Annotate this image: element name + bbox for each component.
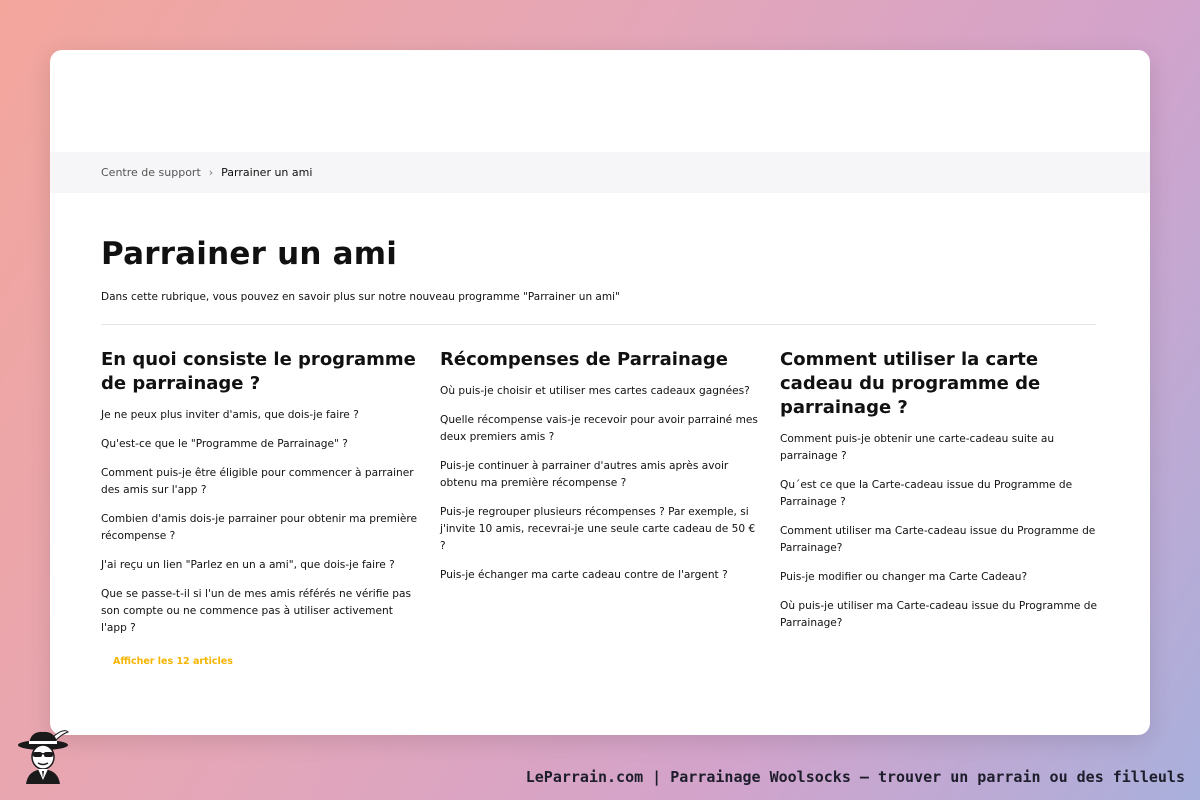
article-link[interactable]: Qu´est ce que la Carte-cadeau issue du P… — [780, 477, 1098, 511]
breadcrumb-current: Parrainer un ami — [221, 166, 313, 179]
footer-site-credit: LeParrain.com | Parrainage Woolsocks — t… — [525, 768, 1185, 786]
divider — [101, 324, 1096, 325]
article-link[interactable]: Puis-je continuer à parrainer d'autres a… — [440, 458, 758, 492]
section-title[interactable]: En quoi consiste le programme de parrain… — [101, 348, 419, 396]
article-link[interactable]: Comment puis-je obtenir une carte-cadeau… — [780, 431, 1098, 465]
article-link[interactable]: Où puis-je choisir et utiliser mes carte… — [440, 383, 758, 400]
article-link[interactable]: Je ne peux plus inviter d'amis, que dois… — [101, 407, 419, 424]
section-title[interactable]: Comment utiliser la carte cadeau du prog… — [780, 348, 1098, 420]
article-link[interactable]: Puis-je échanger ma carte cadeau contre … — [440, 567, 758, 584]
breadcrumb-bar: Centre de support › Parrainer un ami — [50, 152, 1150, 193]
article-link[interactable]: J'ai reçu un lien "Parlez en un a ami", … — [101, 557, 419, 574]
article-list: Je ne peux plus inviter d'amis, que dois… — [101, 407, 419, 637]
article-list: Comment puis-je obtenir une carte-cadeau… — [780, 431, 1098, 632]
article-link[interactable]: Puis-je regrouper plusieurs récompenses … — [440, 504, 758, 555]
support-card: Centre de support › Parrainer un ami Par… — [50, 50, 1150, 735]
article-list: Où puis-je choisir et utiliser mes carte… — [440, 383, 758, 584]
page-title: Parrainer un ami — [101, 236, 398, 272]
article-link[interactable]: Quelle récompense vais-je recevoir pour … — [440, 412, 758, 446]
section-rewards: Récompenses de Parrainage Où puis-je cho… — [440, 348, 758, 596]
article-link[interactable]: Comment utiliser ma Carte-cadeau issue d… — [780, 523, 1098, 557]
mascot-logo-icon — [16, 728, 70, 784]
page-subtitle: Dans cette rubrique, vous pouvez en savo… — [101, 291, 620, 303]
breadcrumb: Centre de support › Parrainer un ami — [101, 166, 312, 179]
article-link[interactable]: Où puis-je utiliser ma Carte-cadeau issu… — [780, 598, 1098, 632]
article-link[interactable]: Puis-je modifier ou changer ma Carte Cad… — [780, 569, 1098, 586]
section-title[interactable]: Récompenses de Parrainage — [440, 348, 758, 372]
article-link[interactable]: Que se passe-t-il si l'un de mes amis ré… — [101, 586, 419, 637]
show-all-articles-link[interactable]: Afficher les 12 articles — [113, 656, 233, 667]
breadcrumb-separator-icon: › — [208, 166, 214, 179]
section-program: En quoi consiste le programme de parrain… — [101, 348, 419, 668]
section-gift-card: Comment utiliser la carte cadeau du prog… — [780, 348, 1098, 644]
article-link[interactable]: Combien d'amis dois-je parrainer pour ob… — [101, 511, 419, 545]
breadcrumb-link-support-center[interactable]: Centre de support — [101, 166, 201, 179]
article-link[interactable]: Comment puis-je être éligible pour comme… — [101, 465, 419, 499]
article-link[interactable]: Qu'est-ce que le "Programme de Parrainag… — [101, 436, 419, 453]
